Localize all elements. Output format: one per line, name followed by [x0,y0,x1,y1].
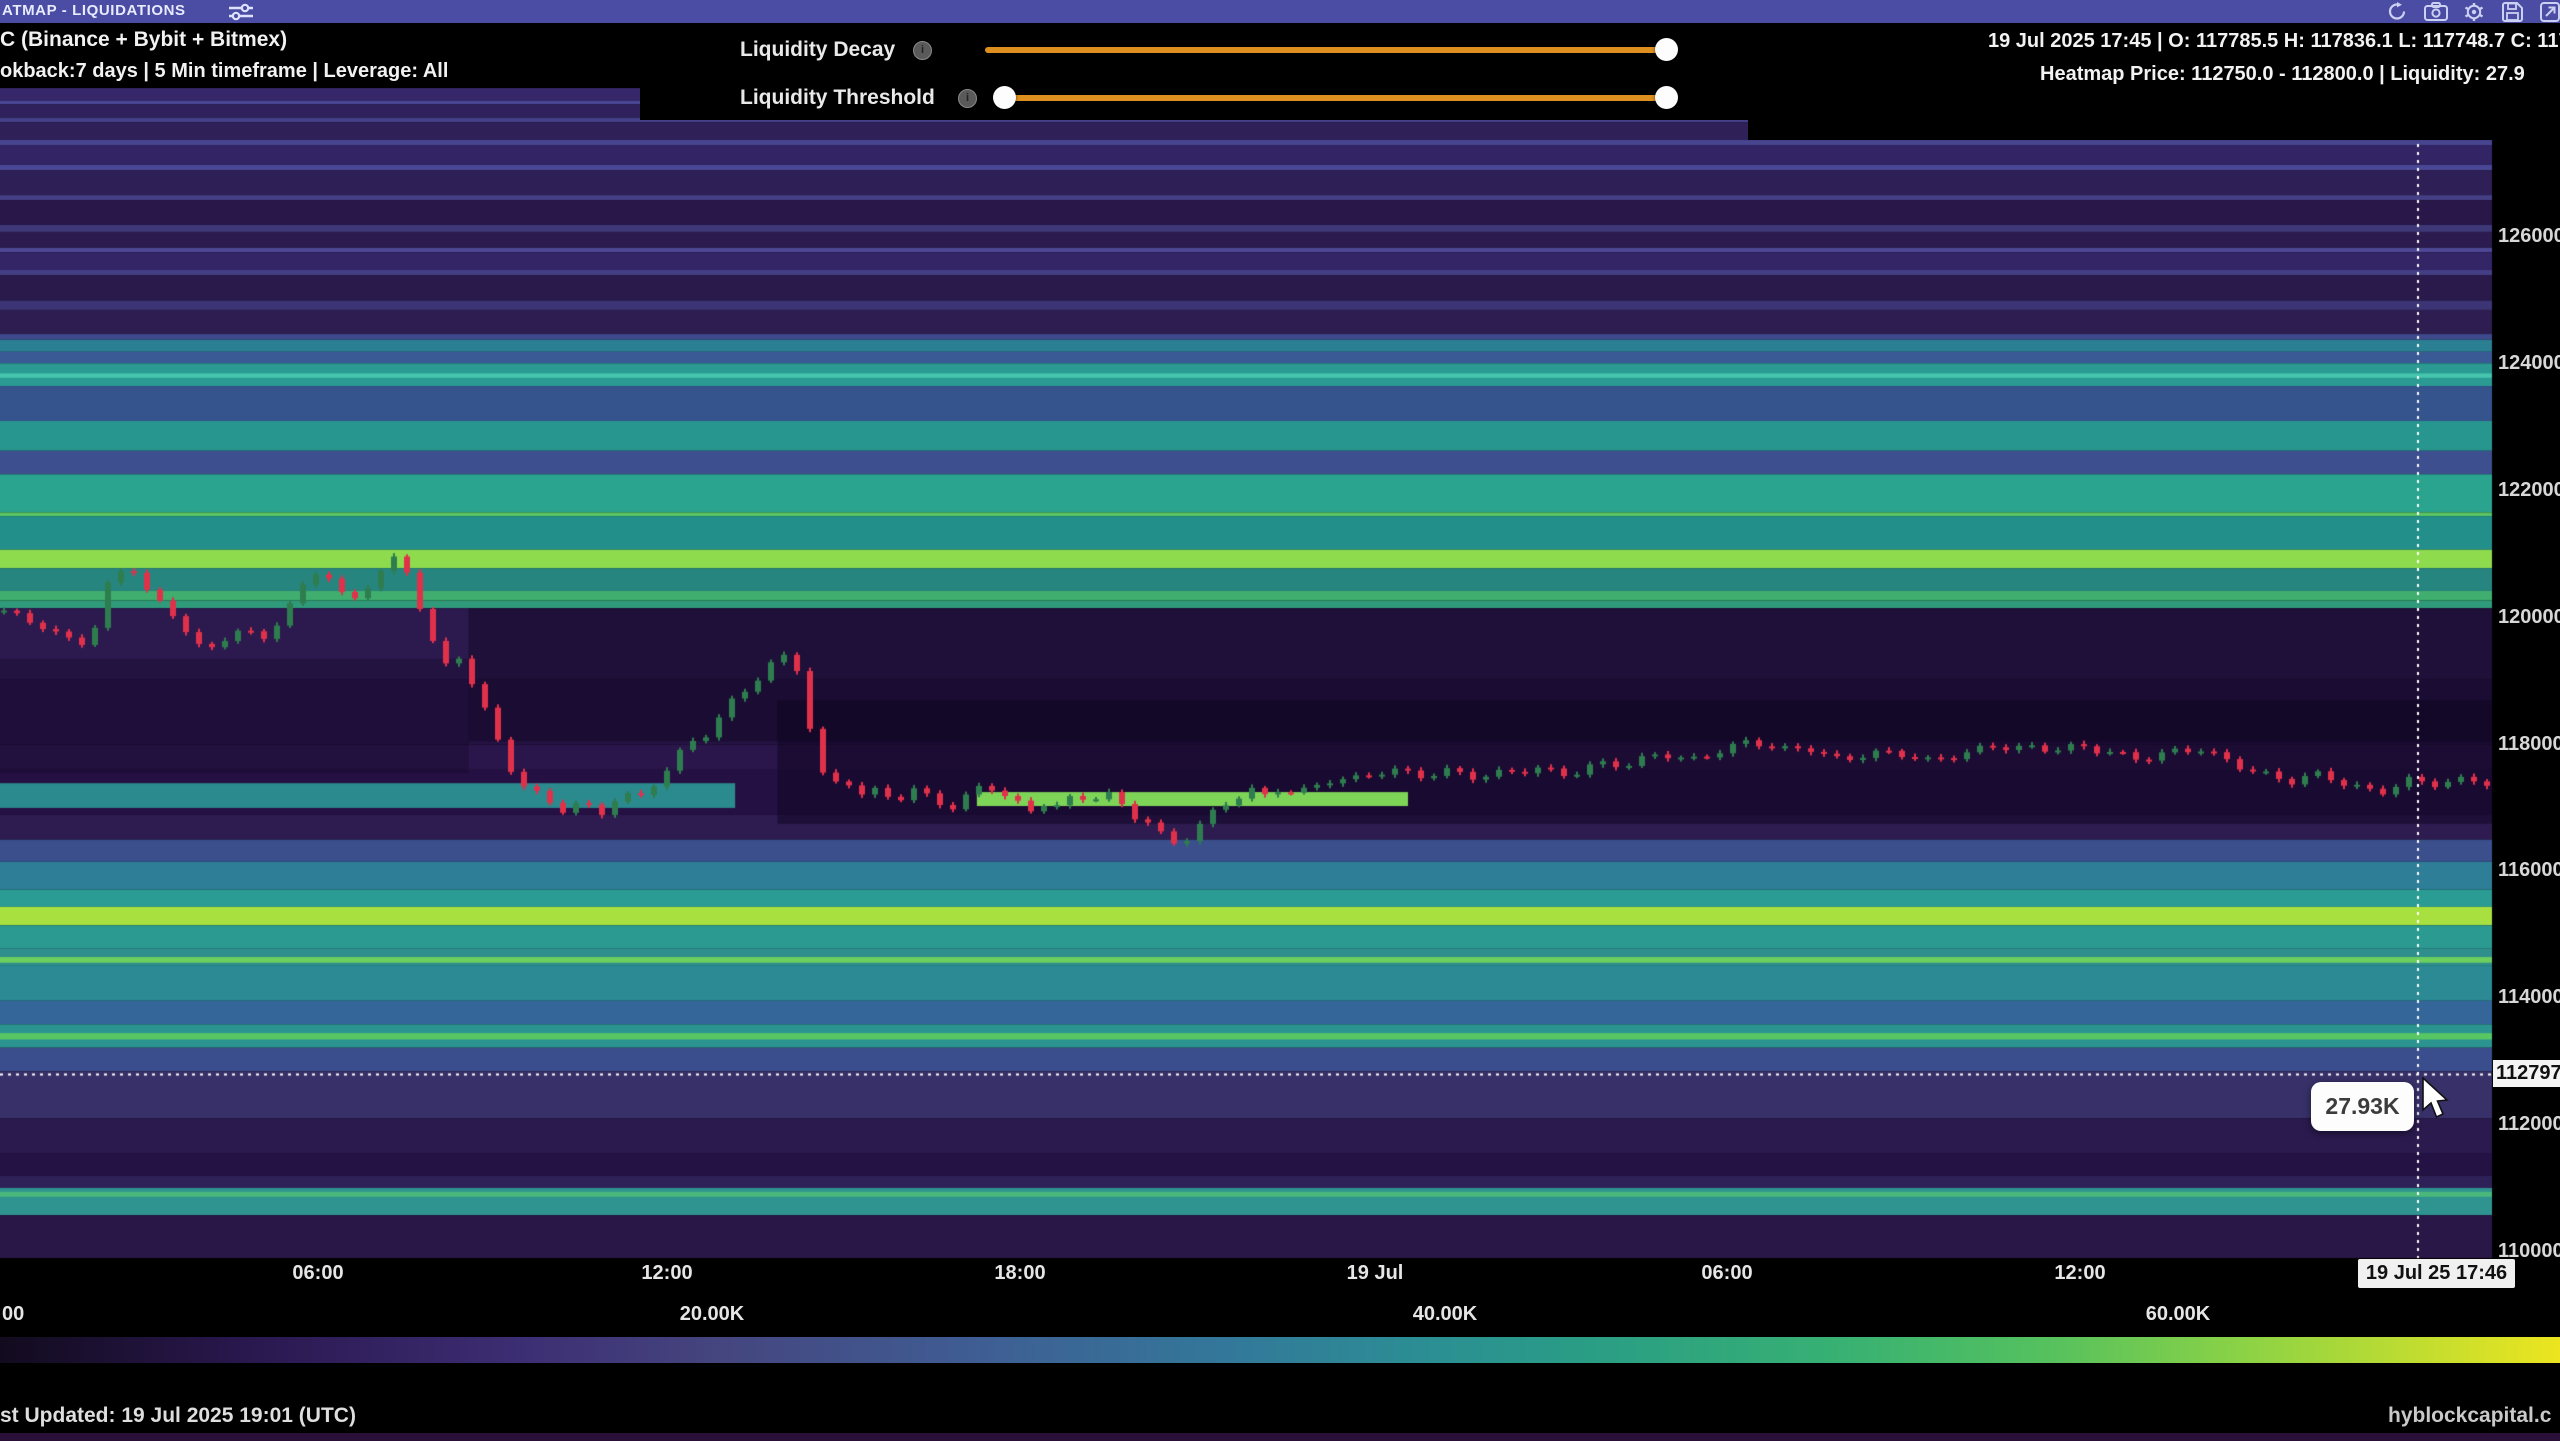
crosshair-time-badge: 19 Jul 25 17:46 [2358,1259,2515,1288]
y-axis-label: 124000 [2498,352,2560,375]
liquidation-heatmap[interactable] [0,0,2560,1441]
heatmap-price-readout-text: Heatmap Price: 112750.0 - 112800.0 | Liq… [2040,63,2525,86]
liquidity-decay-slider[interactable] [985,47,1668,53]
mouse-cursor [2420,1077,2458,1121]
colorbar-tick-label: 60.00K [2146,1303,2211,1326]
colorbar-tick-label: 40.00K [1413,1303,1478,1326]
x-axis-label: 12:00 [641,1262,692,1285]
liquidity-threshold-handle-max[interactable] [1655,86,1678,109]
x-axis-label: 18:00 [994,1262,1045,1285]
ohlc-readout-text: 19 Jul 2025 17:45 | O: 117785.5 H: 11783… [1988,30,2560,53]
liquidity-threshold-info-icon[interactable]: i [958,89,977,108]
x-axis-label: 06:00 [292,1262,343,1285]
y-axis-label: 114000 [2498,986,2560,1009]
y-axis-label: 116000 [2498,859,2560,882]
last-updated-text: st Updated: 19 Jul 2025 19:01 (UTC) [0,1404,356,1428]
liquidation-heatmap-app: { "title_bar": { "title": "ATMAP - LIQUI… [0,0,2560,1441]
y-axis-label: 120000 [2498,606,2560,629]
liquidity-decay-label: Liquidity Decay [740,38,895,62]
symbol-exchanges-text: C (Binance + Bybit + Bitmex) [0,28,287,52]
liquidity-decay-info-icon[interactable]: i [913,41,932,60]
y-axis-label: 122000 [2498,479,2560,502]
refresh-icon[interactable] [2386,2,2408,21]
liquidity-threshold-label: Liquidity Threshold [740,86,935,110]
liquidity-colorbar [0,1337,2560,1363]
colorbar-tick-label: 20.00K [680,1303,745,1326]
lookback-settings-text: okback:7 days | 5 Min timeframe | Levera… [0,60,448,83]
colorbar-tick-label: 00 [2,1303,24,1326]
export-icon[interactable] [2540,2,2560,22]
title-bar [0,0,2560,23]
camera-icon[interactable] [2424,2,2448,21]
y-axis-label: 112000 [2498,1113,2560,1136]
liquidity-decay-handle[interactable] [1655,38,1678,61]
x-axis-label: 12:00 [2054,1262,2105,1285]
liquidity-threshold-slider[interactable] [1000,95,1668,101]
x-axis-label: 19 Jul [1347,1262,1404,1285]
filter-sliders-icon[interactable] [228,3,254,21]
liquidity-value-tooltip: 27.93K [2311,1082,2414,1131]
y-axis-label: 118000 [2498,733,2560,756]
crosshair-price-badge: 112797 [2493,1060,2560,1087]
x-axis-label: 06:00 [1701,1262,1752,1285]
liquidity-threshold-handle-min[interactable] [993,86,1016,109]
page-title: ATMAP - LIQUIDATIONS [2,2,186,19]
y-axis-label: 126000 [2498,225,2560,248]
save-icon[interactable] [2502,2,2523,22]
watermark-link[interactable]: hyblockcapital.c [2388,1404,2551,1428]
settings-icon[interactable] [2463,2,2485,22]
bottom-edge-strip [0,1433,2560,1441]
